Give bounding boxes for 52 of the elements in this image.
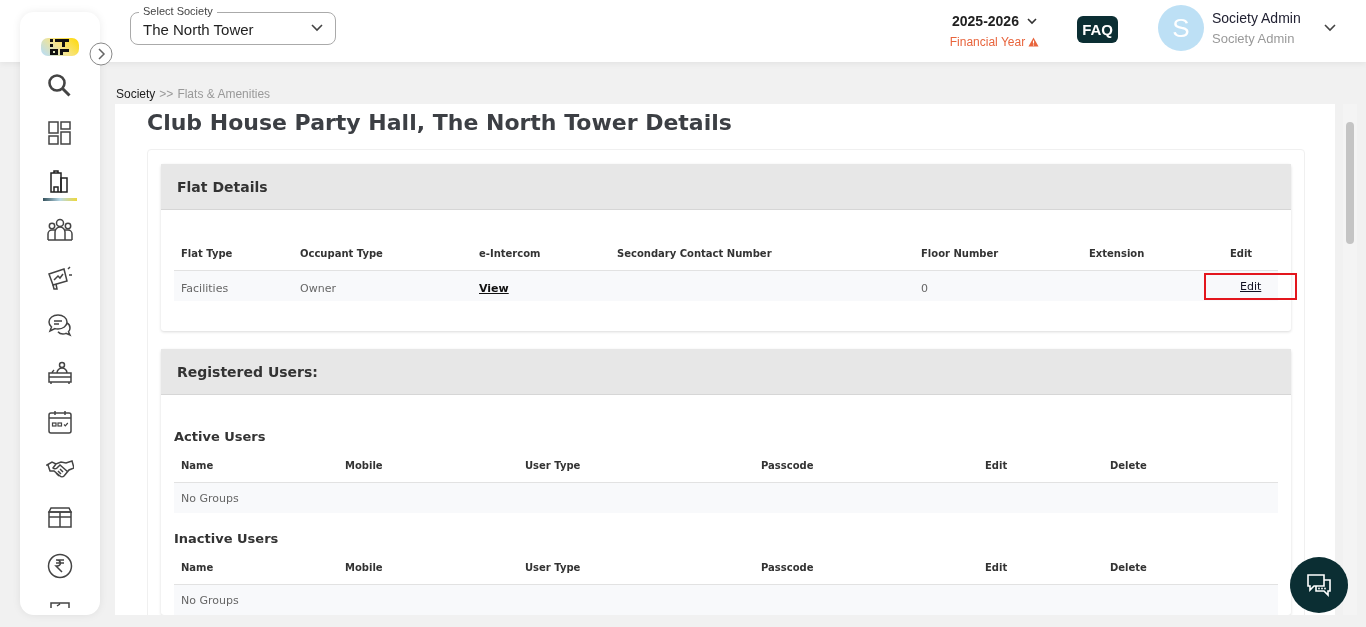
breadcrumb-link[interactable]: Society [116,87,156,101]
column-header: Floor Number [921,247,1000,259]
empty-message: No Groups [181,593,239,607]
breadcrumb-text: Flats & Amenities [177,87,271,101]
financial-year-label: Financial Year [949,35,1026,49]
rupee-icon [46,552,74,580]
financial-year-select[interactable]: 2025-2026 [952,13,1037,29]
column-header: Name [181,561,215,573]
section-title: Flat Details [177,178,268,195]
column-header: User Type [525,561,582,573]
column-header: Edit [985,459,1009,471]
column-header: Mobile [345,459,384,471]
empty-message: No Groups [181,491,239,505]
chevron-down-icon[interactable] [1324,24,1336,32]
logo-icon[interactable] [41,38,79,56]
column-header: User Type [525,459,582,471]
column-header: e-Intercom [479,247,542,259]
grid-icon [46,120,74,148]
table-cell: Owner [300,281,336,295]
column-header: Occupant Type [300,247,384,259]
user-role: Society Admin [1212,31,1296,46]
breadcrumb-text: >> [159,87,174,101]
column-header: Secondary Contact Number [617,247,773,259]
column-header: Extension [1089,247,1146,259]
warning-icon [1028,37,1040,47]
page-title: Club House Party Hall, The North Tower Details [147,110,733,135]
column-header: Passcode [761,561,815,573]
section-title: Registered Users: [177,363,318,380]
megaphone-icon [46,264,74,292]
table-cell: 0 [921,281,928,295]
calendar-icon [46,408,74,436]
chevron-down-icon [1026,17,1037,25]
group-title: Active Users [174,429,267,444]
column-header: Name [181,459,215,471]
people-icon [46,216,74,244]
column-header: Edit [985,561,1009,573]
column-header: Delete [1110,459,1148,471]
select-label: Select Society [139,4,217,17]
view-link[interactable]: View [479,281,509,295]
scrollbar-thumb[interactable] [1346,122,1354,244]
column-header: Flat Type [181,247,234,259]
table-cell: Facilities [181,281,229,295]
column-header: Passcode [761,459,815,471]
column-header: Delete [1110,561,1148,573]
column-header: Mobile [345,561,384,573]
faq-button[interactable]: FAQ [1077,15,1118,43]
edit-link[interactable]: Edit [1204,272,1298,300]
column-header: Edit [1228,247,1254,259]
chevron-down-icon [311,24,323,32]
chat-icon [1305,572,1333,598]
user-name: Society Admin [1212,10,1302,26]
group-title: Inactive Users [174,531,280,546]
